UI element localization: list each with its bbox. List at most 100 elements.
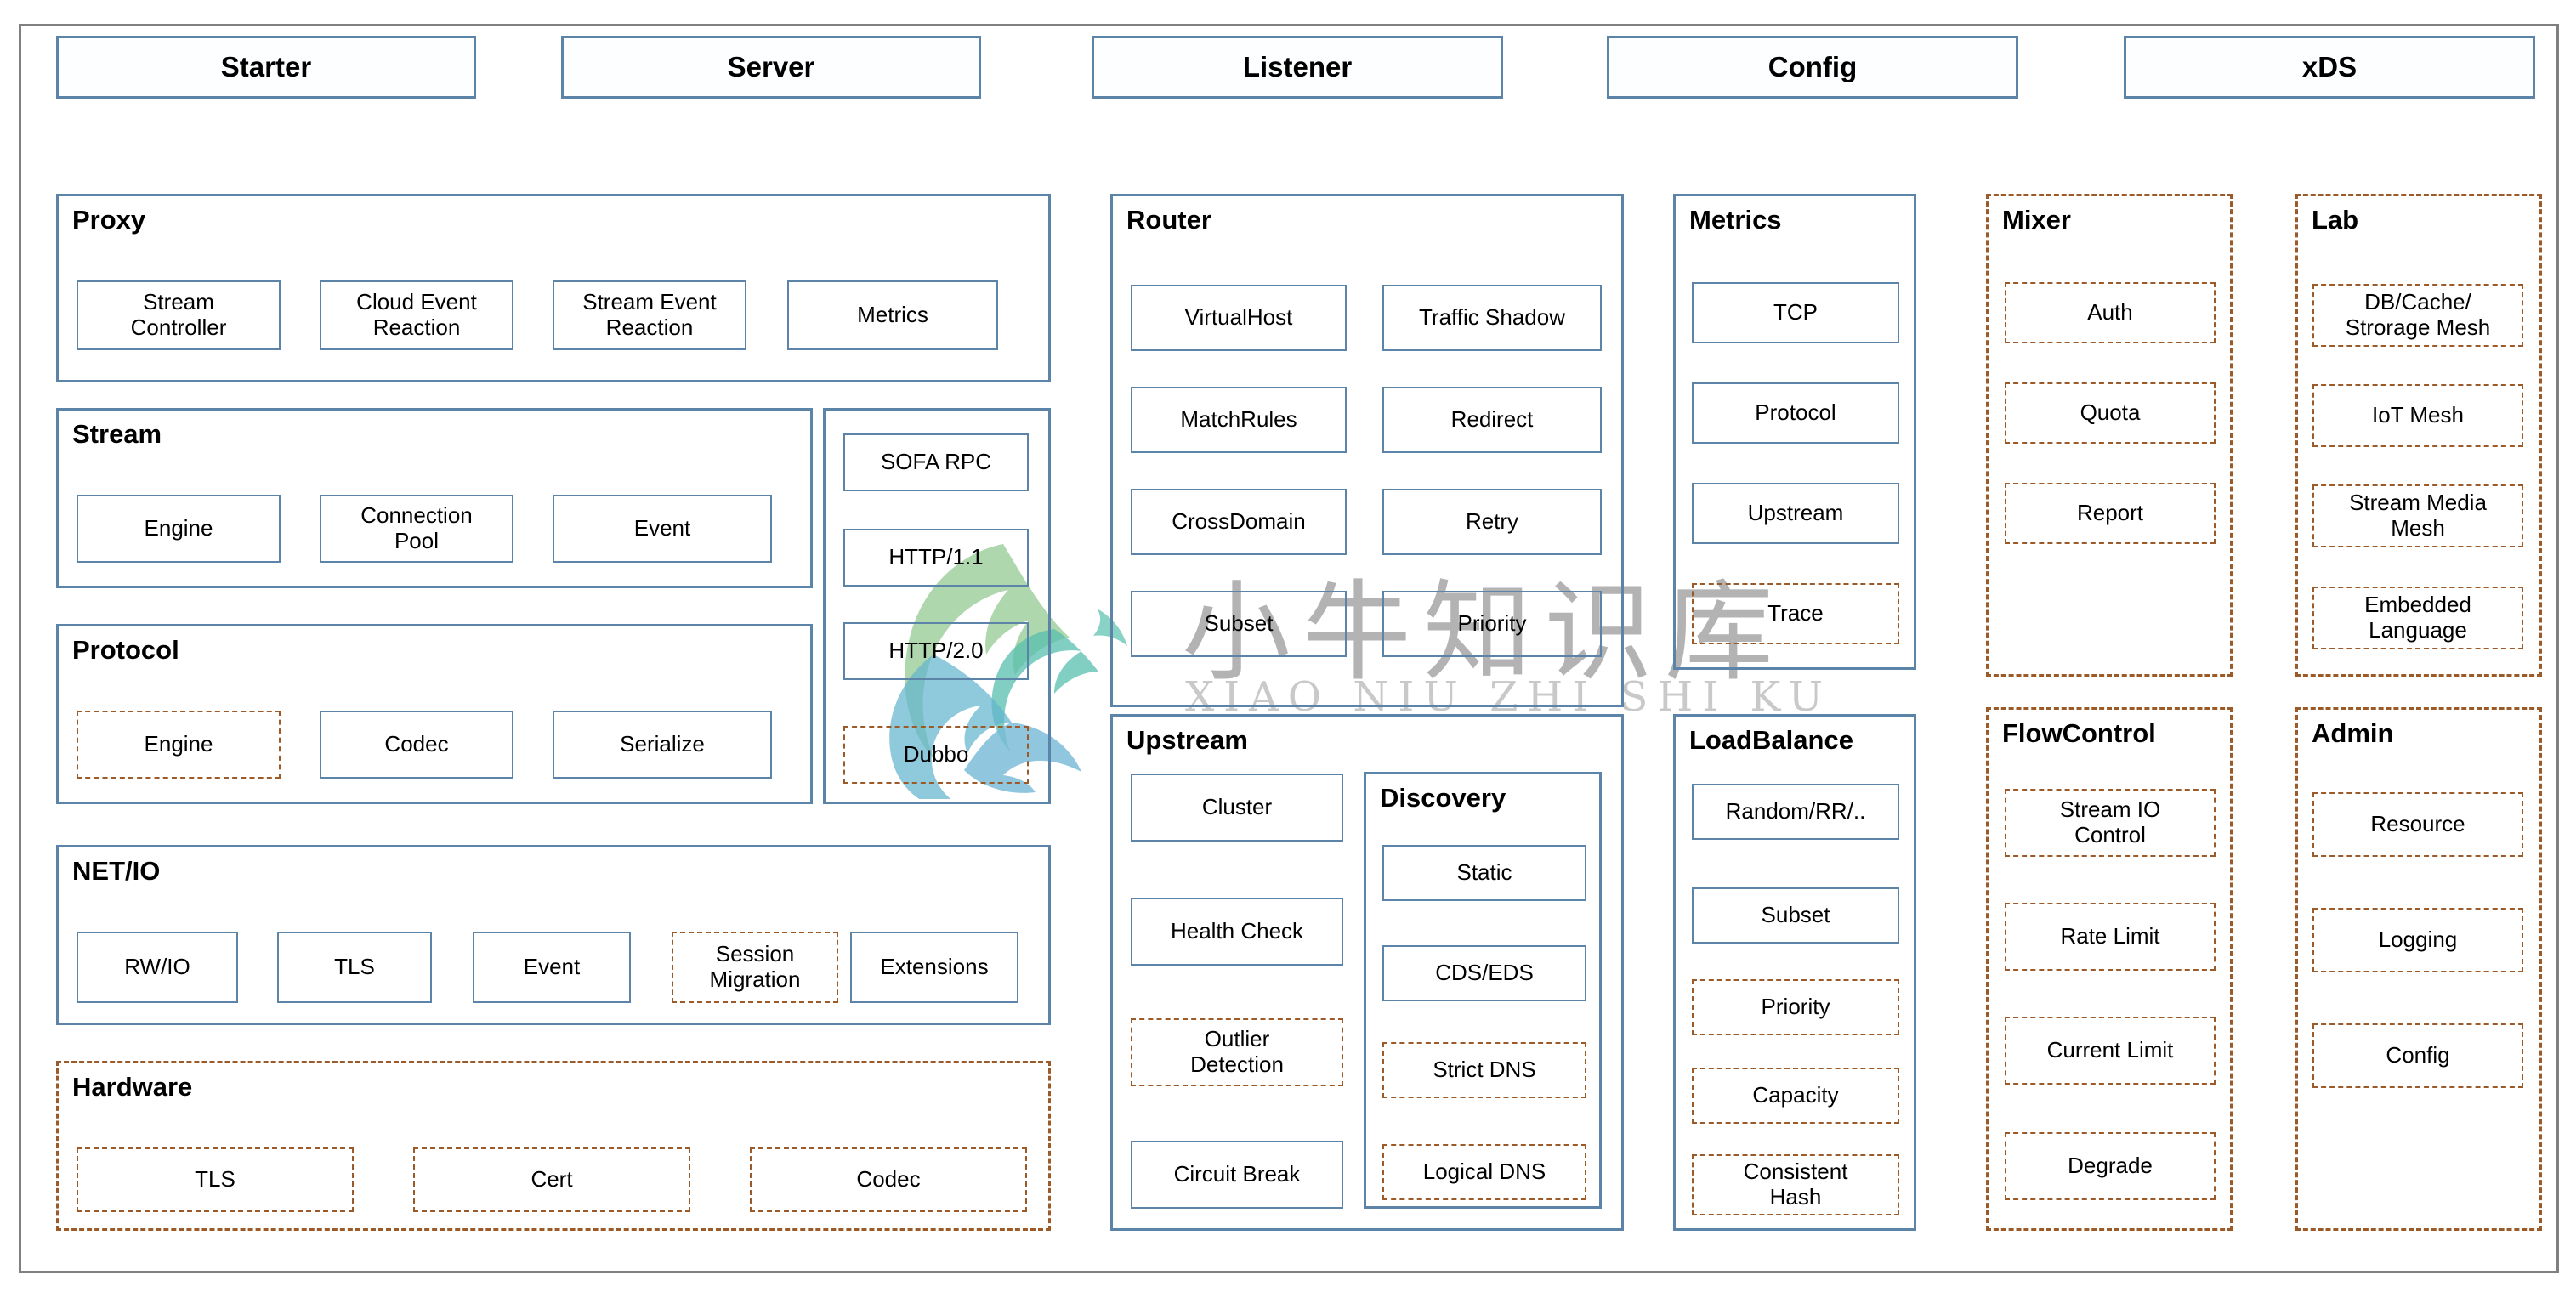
box-router-priority[interactable]: Priority [1382,591,1602,657]
box-mixer-quota[interactable]: Quota [2005,382,2216,444]
box-label: Report [2076,500,2144,526]
top-pill-starter[interactable]: Starter [56,36,476,99]
box-label: Metrics [857,302,928,328]
box-protocol-engine[interactable]: Engine [77,711,281,779]
box-lb-subset[interactable]: Subset [1692,887,1899,944]
box-current-limit[interactable]: Current Limit [2005,1017,2216,1085]
group-upstream-title: Upstream [1126,725,1248,755]
box-matchrules[interactable]: MatchRules [1131,387,1347,453]
box-stream-controller[interactable]: Stream Controller [77,280,281,350]
box-label: Traffic Shadow [1419,304,1565,331]
box-lb-priority[interactable]: Priority [1692,979,1899,1035]
box-stream-connection-pool[interactable]: Connection Pool [320,495,513,563]
box-label: HTTP/1.1 [888,544,984,570]
group-mixer-title: Mixer [2002,205,2071,235]
top-pill-server[interactable]: Server [561,36,981,99]
box-label: MatchRules [1180,406,1297,433]
box-cds-eds[interactable]: CDS/EDS [1382,945,1586,1001]
box-dubbo[interactable]: Dubbo [843,726,1029,784]
box-netio-extensions[interactable]: Extensions [850,932,1018,1003]
box-admin-resource[interactable]: Resource [2312,792,2523,857]
box-lb-random-rr[interactable]: Random/RR/.. [1692,784,1899,840]
box-mixer-report[interactable]: Report [2005,483,2216,544]
box-metrics-protocol[interactable]: Protocol [1692,382,1899,444]
box-label: Capacity [1752,1082,1839,1108]
box-label: Retry [1465,508,1519,535]
box-label: Engine [144,515,213,541]
box-cloud-event-reaction[interactable]: Cloud Event Reaction [320,280,513,350]
box-netio-tls[interactable]: TLS [277,932,432,1003]
box-logical-dns[interactable]: Logical DNS [1382,1144,1586,1200]
box-circuit-break[interactable]: Circuit Break [1131,1141,1343,1209]
box-protocol-codec[interactable]: Codec [320,711,513,779]
box-admin-logging[interactable]: Logging [2312,908,2523,972]
top-pill-label: Starter [220,51,312,82]
box-label: Health Check [1170,918,1304,944]
box-outlier-detection[interactable]: Outlier Detection [1131,1018,1343,1086]
box-metrics-trace[interactable]: Trace [1692,583,1899,644]
box-lb-capacity[interactable]: Capacity [1692,1068,1899,1124]
box-label: Event [633,515,691,541]
box-stream-event[interactable]: Event [553,495,772,563]
box-health-check[interactable]: Health Check [1131,898,1343,966]
box-hardware-codec[interactable]: Codec [750,1148,1027,1212]
box-label: Priority [1457,610,1527,637]
box-stream-event-reaction[interactable]: Stream Event Reaction [553,280,746,350]
box-iot-mesh[interactable]: IoT Mesh [2312,384,2523,447]
top-pill-listener[interactable]: Listener [1092,36,1503,99]
box-http-2-0[interactable]: HTTP/2.0 [843,622,1029,680]
box-hardware-cert[interactable]: Cert [413,1148,690,1212]
box-label: Degrade [2068,1153,2153,1179]
group-stream-title: Stream [72,419,162,449]
box-label: Upstream [1747,500,1844,526]
box-label: RW/IO [124,954,190,980]
box-metrics-tcp[interactable]: TCP [1692,282,1899,343]
box-redirect[interactable]: Redirect [1382,387,1602,453]
group-hardware-title: Hardware [72,1072,193,1102]
box-router-subset[interactable]: Subset [1131,591,1347,657]
box-label: Subset [1761,902,1830,928]
box-strict-dns[interactable]: Strict DNS [1382,1042,1586,1098]
box-label: HTTP/2.0 [888,638,984,664]
box-label: CrossDomain [1172,508,1306,535]
box-label: Stream Controller [130,289,227,340]
box-hardware-tls[interactable]: TLS [77,1148,354,1212]
box-label: Dubbo [903,741,969,768]
box-traffic-shadow[interactable]: Traffic Shadow [1382,285,1602,351]
box-cluster[interactable]: Cluster [1131,774,1343,842]
box-label: Stream IO Control [2059,796,2161,847]
box-lb-consistent-hash[interactable]: Consistent Hash [1692,1154,1899,1216]
box-label: VirtualHost [1184,304,1293,331]
box-virtualhost[interactable]: VirtualHost [1131,285,1347,351]
box-retry[interactable]: Retry [1382,489,1602,555]
box-stream-engine[interactable]: Engine [77,495,281,563]
box-metrics-upstream[interactable]: Upstream [1692,483,1899,544]
box-admin-config[interactable]: Config [2312,1023,2523,1088]
box-stream-media-mesh[interactable]: Stream Media Mesh [2312,484,2523,547]
box-degrade[interactable]: Degrade [2005,1132,2216,1200]
box-netio-event[interactable]: Event [473,932,631,1003]
box-http-1-1[interactable]: HTTP/1.1 [843,529,1029,586]
box-rate-limit[interactable]: Rate Limit [2005,903,2216,971]
box-static[interactable]: Static [1382,845,1586,901]
box-db-cache-storage-mesh[interactable]: DB/Cache/ Strorage Mesh [2312,284,2523,347]
top-pill-label: Config [1767,51,1858,82]
group-router-title: Router [1126,205,1211,235]
box-proxy-metrics[interactable]: Metrics [787,280,998,350]
top-pill-config[interactable]: Config [1607,36,2018,99]
box-protocol-serialize[interactable]: Serialize [553,711,772,779]
box-label: Strict DNS [1433,1057,1536,1083]
box-label: Serialize [620,731,705,757]
group-admin-title: Admin [2312,718,2394,748]
top-pill-label: Listener [1242,51,1353,82]
box-embedded-language[interactable]: Embedded Language [2312,586,2523,649]
box-rw-io[interactable]: RW/IO [77,932,238,1003]
top-pill-xds[interactable]: xDS [2124,36,2535,99]
box-mixer-auth[interactable]: Auth [2005,282,2216,343]
box-label: Stream Event Reaction [582,289,717,340]
box-session-migration[interactable]: Session Migration [672,932,838,1003]
box-label: Engine [144,731,213,757]
box-crossdomain[interactable]: CrossDomain [1131,489,1347,555]
box-sofa-rpc[interactable]: SOFA RPC [843,434,1029,491]
box-stream-io-control[interactable]: Stream IO Control [2005,789,2216,857]
